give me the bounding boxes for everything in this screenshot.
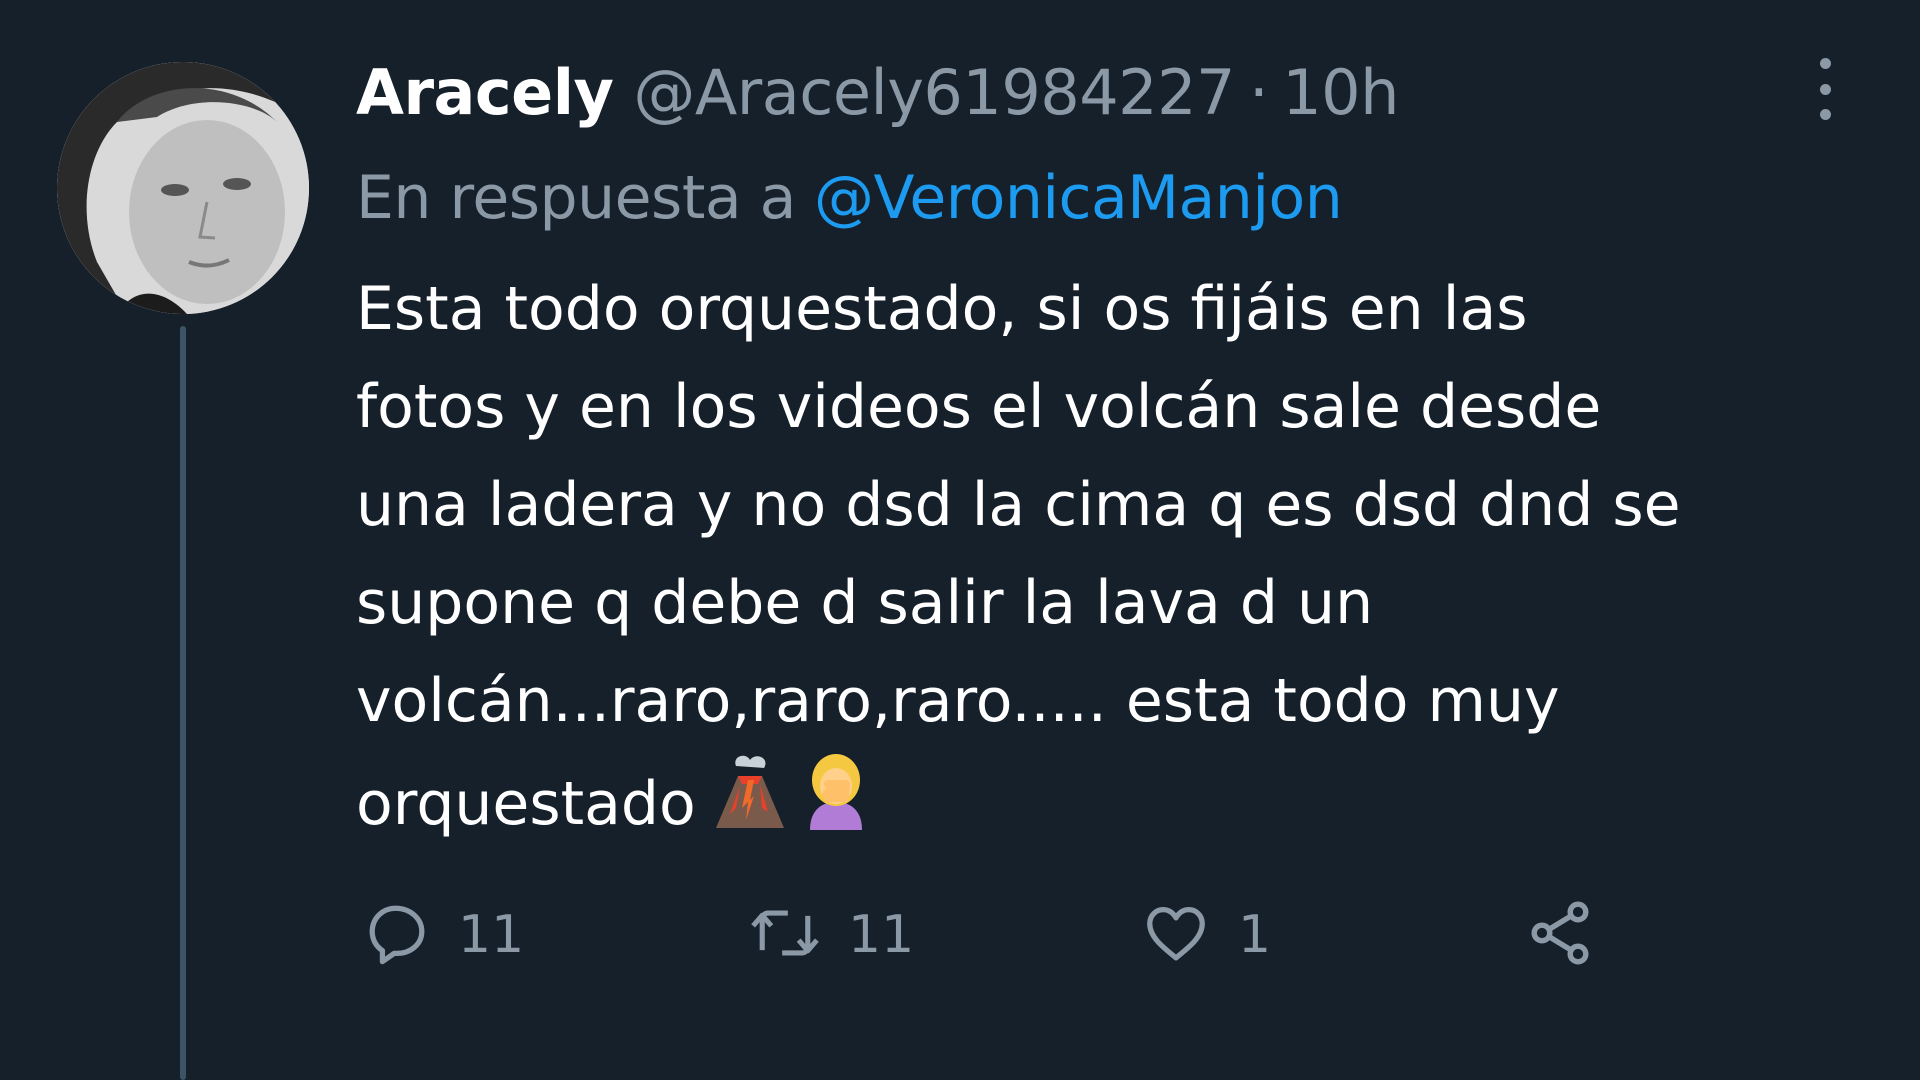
tweet-body-line: Esta todo orquestado, si os fijáis en la… xyxy=(356,274,1528,344)
reply-to-link[interactable]: @VeronicaManjon xyxy=(814,163,1343,233)
display-name[interactable]: Aracely xyxy=(356,56,614,129)
tweet-body-line: volcán...raro,raro,raro..... esta todo m… xyxy=(356,666,1560,736)
reply-button[interactable]: 11 xyxy=(362,890,524,980)
timestamp[interactable]: 10h xyxy=(1282,56,1399,129)
thread-line xyxy=(180,326,186,1080)
retweet-icon xyxy=(748,898,822,972)
share-icon xyxy=(1524,897,1596,973)
tweet-body: Esta todo orquestado, si os fijáis en la… xyxy=(356,260,1876,848)
tweet[interactable]: Aracely @Aracely61984227 · 10h En respue… xyxy=(0,0,1920,1080)
woman-facepalming-icon xyxy=(804,750,868,859)
header-separator: · xyxy=(1249,55,1269,129)
tweet-body-line: orquestado xyxy=(356,769,696,839)
heart-icon xyxy=(1140,898,1212,972)
tweet-body-line: supone q debe d salir la lava d un xyxy=(356,568,1374,638)
volcano-icon xyxy=(712,750,788,859)
avatar[interactable] xyxy=(57,62,309,314)
reply-context: En respuesta a @VeronicaManjon xyxy=(356,158,1343,238)
reply-prefix: En respuesta a xyxy=(356,163,796,233)
tweet-header: Aracely @Aracely61984227 · 10h xyxy=(356,52,1399,132)
reply-icon xyxy=(362,898,432,972)
retweet-button[interactable]: 11 xyxy=(748,890,914,980)
reply-count: 11 xyxy=(458,905,525,965)
retweet-count: 11 xyxy=(848,905,915,965)
more-options-icon[interactable] xyxy=(1812,58,1838,120)
tweet-body-last-line: orquestado xyxy=(356,750,1876,848)
like-count: 1 xyxy=(1238,905,1272,965)
user-handle[interactable]: @Aracely61984227 xyxy=(633,56,1235,129)
tweet-body-line: fotos y en los videos el volcán sale des… xyxy=(356,372,1602,442)
tweet-body-line: una ladera y no dsd la cima q es dsd dnd… xyxy=(356,470,1681,540)
share-button[interactable] xyxy=(1524,890,1596,980)
like-button[interactable]: 1 xyxy=(1140,890,1271,980)
tweet-actions: 11 11 1 xyxy=(356,890,1756,980)
